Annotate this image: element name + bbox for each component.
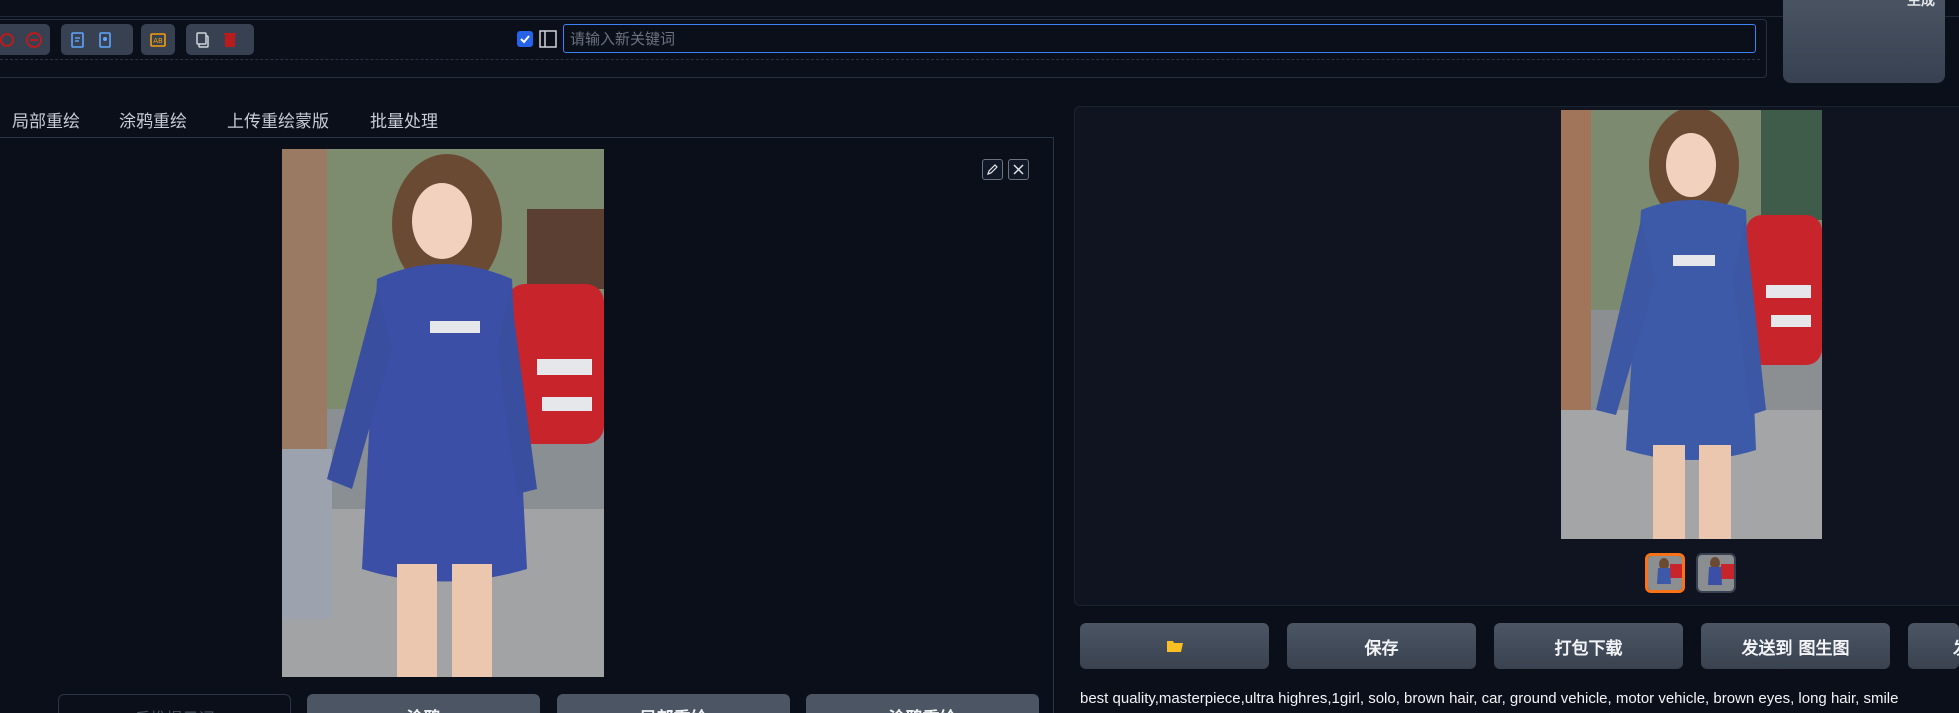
interrogate-button[interactable]: 反推提示词 — [58, 694, 291, 713]
send-to-img2img-button[interactable]: 发送到 图生图 — [1701, 623, 1890, 669]
translate-icon[interactable]: AB — [149, 31, 167, 49]
output-gallery — [1074, 106, 1959, 606]
tab-inpaint-upload[interactable]: 上传重绘蒙版 — [227, 107, 329, 132]
send-to-inpaint-button[interactable]: 局部重绘 — [557, 694, 790, 713]
pencil-icon — [987, 164, 998, 175]
red-arrow-icon[interactable] — [0, 31, 16, 49]
gallery-thumbnail-1[interactable] — [1645, 553, 1685, 593]
bookmark-icon[interactable] — [96, 31, 114, 49]
red-clear-icon[interactable] — [25, 31, 43, 49]
open-folder-button[interactable] — [1080, 623, 1269, 669]
generate-button[interactable]: 生成 — [1783, 0, 1945, 83]
output-image[interactable] — [1561, 110, 1822, 539]
clear-image-button[interactable] — [1008, 159, 1029, 180]
panel-toggle-icon[interactable] — [538, 29, 558, 49]
close-icon — [1013, 164, 1024, 175]
zip-download-button[interactable]: 打包下载 — [1494, 623, 1683, 669]
trash-icon[interactable] — [221, 31, 239, 49]
toolbar-group-red — [0, 24, 50, 55]
toolbar-divider — [0, 59, 1760, 60]
tab-inpaint[interactable]: 局部重绘 — [12, 107, 80, 132]
keyword-input[interactable] — [563, 24, 1756, 53]
send-to-next-button[interactable]: 发 — [1908, 623, 1959, 669]
toolbar-group-blue — [61, 24, 133, 55]
folder-icon — [1166, 641, 1183, 652]
toolbar-group-orange: AB — [141, 24, 175, 55]
send-to-sketch-button[interactable]: 涂鸦 — [307, 694, 540, 713]
prompt-file-icon[interactable] — [69, 31, 87, 49]
send-to-inpaint-sketch-button[interactable]: 涂鸦重绘 — [806, 694, 1039, 713]
source-image[interactable] — [282, 149, 604, 677]
keyword-checkbox[interactable] — [517, 31, 533, 47]
edit-image-button[interactable] — [982, 159, 1003, 180]
generation-prompt: best quality,masterpiece,ultra highres,1… — [1080, 690, 1899, 707]
save-button[interactable]: 保存 — [1287, 623, 1476, 669]
toolbar-group-copy — [186, 24, 254, 55]
svg-text:AB: AB — [153, 37, 163, 45]
gallery-thumbnail-2[interactable] — [1696, 553, 1736, 593]
tab-batch[interactable]: 批量处理 — [370, 107, 438, 132]
copy-icon[interactable] — [194, 31, 212, 49]
generate-button-label: 生成 — [1907, 0, 1935, 9]
top-divider — [0, 16, 1959, 17]
tab-inpaint-sketch[interactable]: 涂鸦重绘 — [119, 107, 187, 132]
